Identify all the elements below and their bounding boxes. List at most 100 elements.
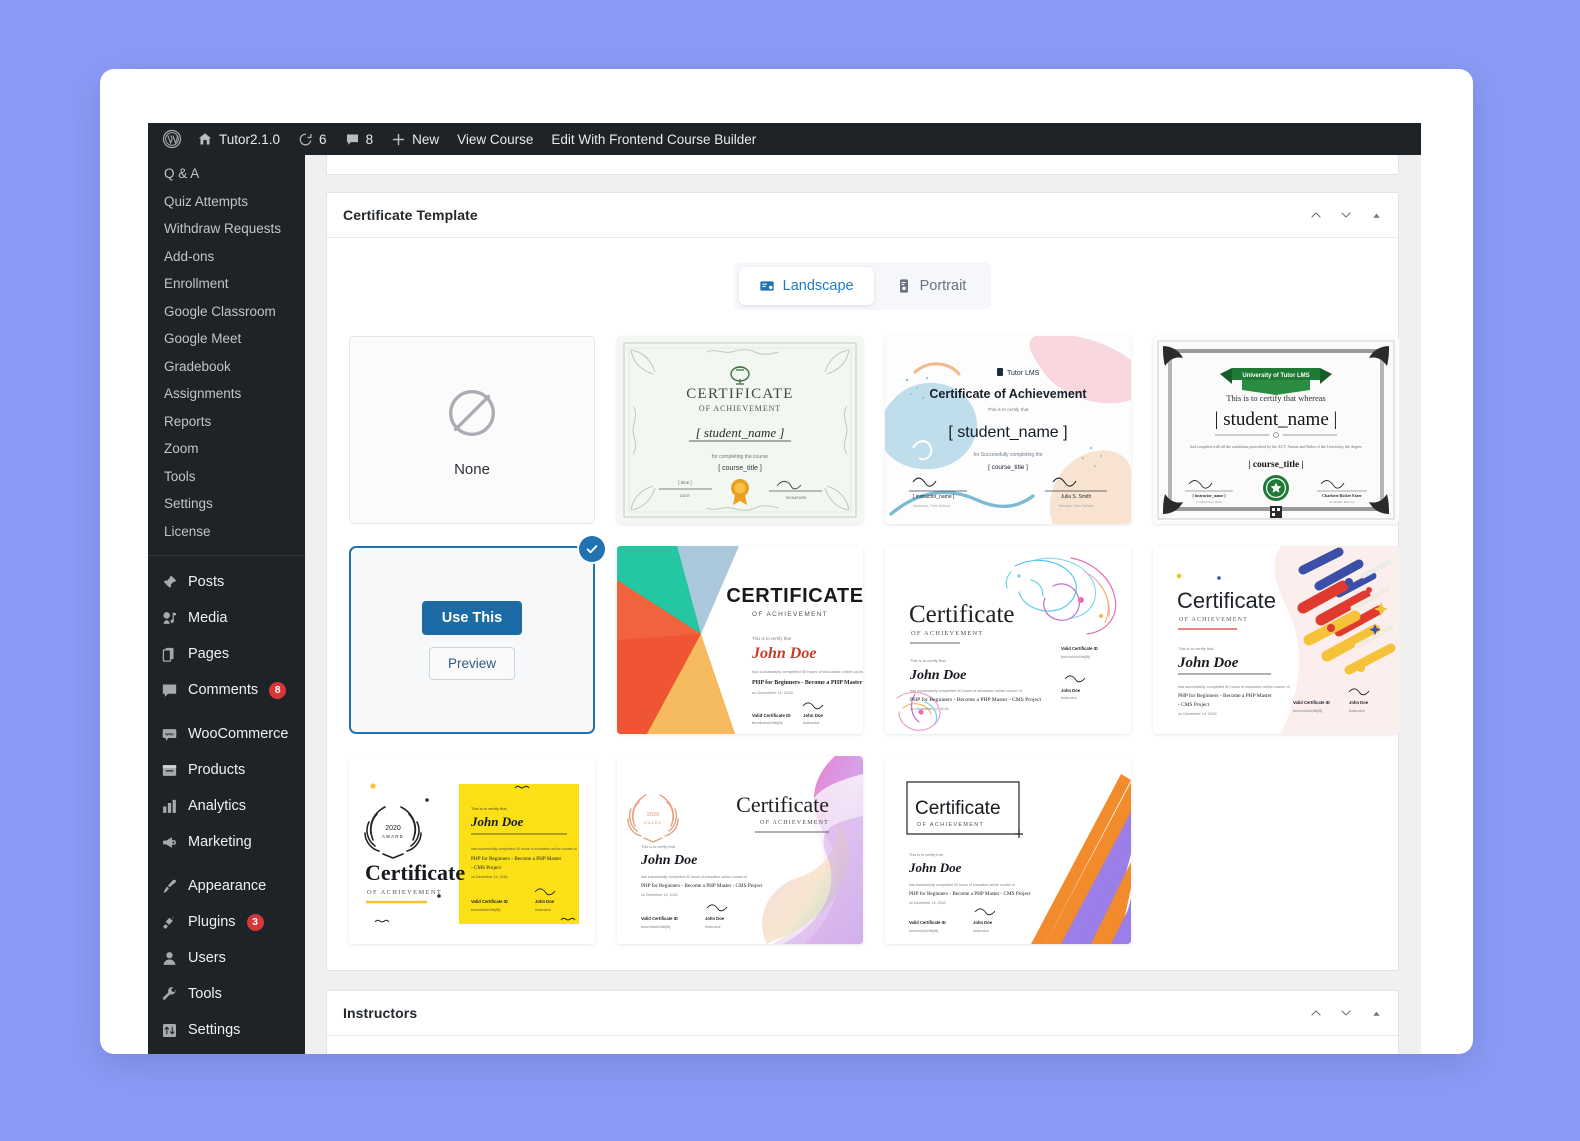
sidebar-item-media[interactable]: Media [148,600,305,636]
adminbar-item-wordpress-logo[interactable] [156,123,188,155]
sidebar-item-analytics[interactable]: Analytics [148,788,305,824]
svg-text:Charlotte Rickee Fazer: Charlotte Rickee Fazer [1322,493,1362,498]
adminbar-item-site-name[interactable]: Tutor2.1.0 [188,123,289,155]
sidebar-item-withdraw-requests[interactable]: Withdraw Requests [148,215,305,243]
svg-text:| student_name |: | student_name | [1215,409,1338,430]
svg-text:on December 14, 2018: on December 14, 2018 [752,690,793,695]
template-cell-geometric-color: CERTIFICATE OF ACHIEVEMENT This is to ce… [617,546,863,734]
svg-text:[ student_name ]: [ student_name ] [948,424,1067,441]
sidebar-item-woocommerce[interactable]: woo WooCommerce [148,716,305,752]
template-cell-silk-wave: 2020 AWARD Certificate OF ACHIEVEMENT Th… [617,756,863,944]
menu-spacer-2 [148,708,305,716]
comments-badge-count: 8 [269,681,287,699]
sidebar-item-add-ons[interactable]: Add-ons [148,243,305,271]
svg-text:John Doe: John Doe [1177,655,1239,671]
adminbar-item-frontend-course-builder[interactable]: Edit With Frontend Course Builder [542,123,765,155]
sidebar-item-comments[interactable]: Comments 8 [148,672,305,708]
use-this-button[interactable]: Use This [421,600,523,635]
svg-text:This is to certify that: This is to certify that [752,636,792,641]
instructors-panel: Instructors [326,990,1399,1054]
sidebar-item-quiz-attempts[interactable]: Quiz Attempts [148,188,305,216]
svg-text:CERTIFICATE: CERTIFICATE [726,585,863,607]
template-card-none[interactable]: None [349,336,595,524]
admin-bar: Tutor2.1.0 6 8 New View Course Edit With… [148,123,1421,155]
preview-button[interactable]: Preview [428,646,515,680]
sidebar-item-google-meet[interactable]: Google Meet [148,325,305,353]
sidebar-item-google-classroom[interactable]: Google Classroom [148,298,305,326]
template-cell-university-green: University of Tutor LMS This is to certi… [1153,336,1399,524]
adminbar-item-new[interactable]: New [382,123,448,155]
template-thumb-geometric-color[interactable]: CERTIFICATE OF ACHIEVEMENT This is to ce… [617,546,863,734]
admin-sidebar-menu: Q & A Quiz Attempts Withdraw Requests Ad… [148,155,305,1054]
svg-text:This is to certify that: This is to certify that [641,845,676,849]
template-thumb-pastel-blobs[interactable]: Tutor LMS Certificate of Achievement Thi… [885,336,1131,524]
chevron-down-icon[interactable] [1337,1004,1355,1022]
svg-text:Instructor: Instructor [1061,696,1078,700]
sidebar-item-tools-tutor[interactable]: Tools [148,463,305,491]
svg-text:SIGNATURE: SIGNATURE [786,496,807,500]
orientation-portrait-button[interactable]: Portrait [876,267,987,305]
sidebar-item-gradebook[interactable]: Gradebook [148,353,305,381]
svg-text:OF ACHIEVEMENT: OF ACHIEVEMENT [917,822,984,828]
sidebar-item-qa[interactable]: Q & A [148,160,305,188]
svg-text:OF ACHIEVEMENT: OF ACHIEVEMENT [911,630,983,637]
menu-spacer-3 [148,860,305,868]
sidebar-item-marketing[interactable]: Marketing [148,824,305,860]
template-thumb-classic-green[interactable]: CERTIFICATE OF ACHIEVEMENT [ student_nam… [617,336,863,524]
svg-text:PHP for Beginners - Become a P: PHP for Beginners - Become a PHP Master [1178,692,1272,699]
svg-text:on December 14, 2018: on December 14, 2018 [641,893,678,897]
adminbar-item-view-course[interactable]: View Course [448,123,542,155]
chevron-up-icon[interactable] [1307,206,1325,224]
sidebar-label: Comments [188,682,259,698]
adminbar-new-label: New [412,131,440,147]
sidebar-item-assignments[interactable]: Assignments [148,380,305,408]
svg-text:beurbcbcb2dbj5fj: beurbcbcb2dbj5fj [752,720,783,725]
sidebar-item-settings[interactable]: Settings [148,1012,305,1048]
svg-text:PHP for Beginners - Become a P: PHP for Beginners - Become a PHP Master … [909,890,1031,897]
sidebar-item-pages[interactable]: Pages [148,636,305,672]
svg-text:Valid Certificate ID: Valid Certificate ID [909,920,946,925]
sidebar-item-products[interactable]: Products [148,752,305,788]
sidebar-label: Appearance [188,878,267,894]
svg-text:beurbcbcb2dbj5fj: beurbcbcb2dbj5fj [1293,709,1322,713]
template-thumb-paisley-pastel[interactable]: Certificate OF ACHIEVEMENT This is to ce… [885,546,1131,734]
svg-text:[ time ]: [ time ] [678,480,691,485]
sidebar-item-appearance[interactable]: Appearance [148,868,305,904]
adminbar-item-comments[interactable]: 8 [336,123,383,155]
svg-text:OF ACHIEVEMENT: OF ACHIEVEMENT [752,611,828,618]
template-cell-selected: Use This Preview [349,536,605,734]
adminbar-view-course-label: View Course [457,131,534,147]
sidebar-item-plugins[interactable]: Plugins 3 [148,904,305,940]
orientation-toggle: Landscape Portrait [349,262,1376,310]
sidebar-item-settings-tutor[interactable]: Settings [148,490,305,518]
template-thumb-orange-purple-diagonal[interactable]: Certificate OF ACHIEVEMENT This is to ce… [885,756,1131,944]
sidebar-item-enrollment[interactable]: Enrollment [148,270,305,298]
adminbar-comments-count: 8 [365,131,374,147]
sidebar-item-users[interactable]: Users [148,940,305,976]
template-thumb-yellow-award[interactable]: 2020 AWARD Certificate OF ACHIEVEMENT Th… [349,756,595,944]
template-thumb-confetti-stripes[interactable]: Certificate OF ACHIEVEMENT This is to ce… [1153,546,1399,734]
orientation-portrait-label: Portrait [919,278,967,294]
sidebar-item-reports[interactable]: Reports [148,408,305,436]
sidebar-item-license[interactable]: License [148,518,305,546]
svg-text:[ course_title ]: [ course_title ] [718,465,762,472]
updates-icon [298,132,313,147]
template-card-selected[interactable]: Use This Preview [349,546,595,734]
template-thumb-university-green[interactable]: University of Tutor LMS This is to certi… [1153,336,1399,524]
chevron-down-icon[interactable] [1337,206,1355,224]
sidebar-item-posts[interactable]: Posts [148,564,305,600]
caret-up-icon[interactable] [1367,1004,1385,1022]
sidebar-item-zoom[interactable]: Zoom [148,435,305,463]
sidebar-label: WooCommerce [188,726,289,742]
bar-chart-icon [159,796,179,816]
adminbar-item-updates[interactable]: 6 [289,123,336,155]
orientation-landscape-button[interactable]: Landscape [738,267,874,305]
template-thumb-silk-wave[interactable]: 2020 AWARD Certificate OF ACHIEVEMENT Th… [617,756,863,944]
wordpress-admin-shell: Tutor2.1.0 6 8 New View Course Edit With… [148,123,1421,1054]
chevron-up-icon[interactable] [1307,1004,1325,1022]
svg-text:beurbcbcb2dbj5fj: beurbcbcb2dbj5fj [1061,655,1090,659]
caret-up-icon[interactable] [1367,206,1385,224]
svg-text:AWARD: AWARD [644,821,662,825]
sidebar-item-tools[interactable]: Tools [148,976,305,1012]
sidebar-label: Marketing [188,834,252,850]
